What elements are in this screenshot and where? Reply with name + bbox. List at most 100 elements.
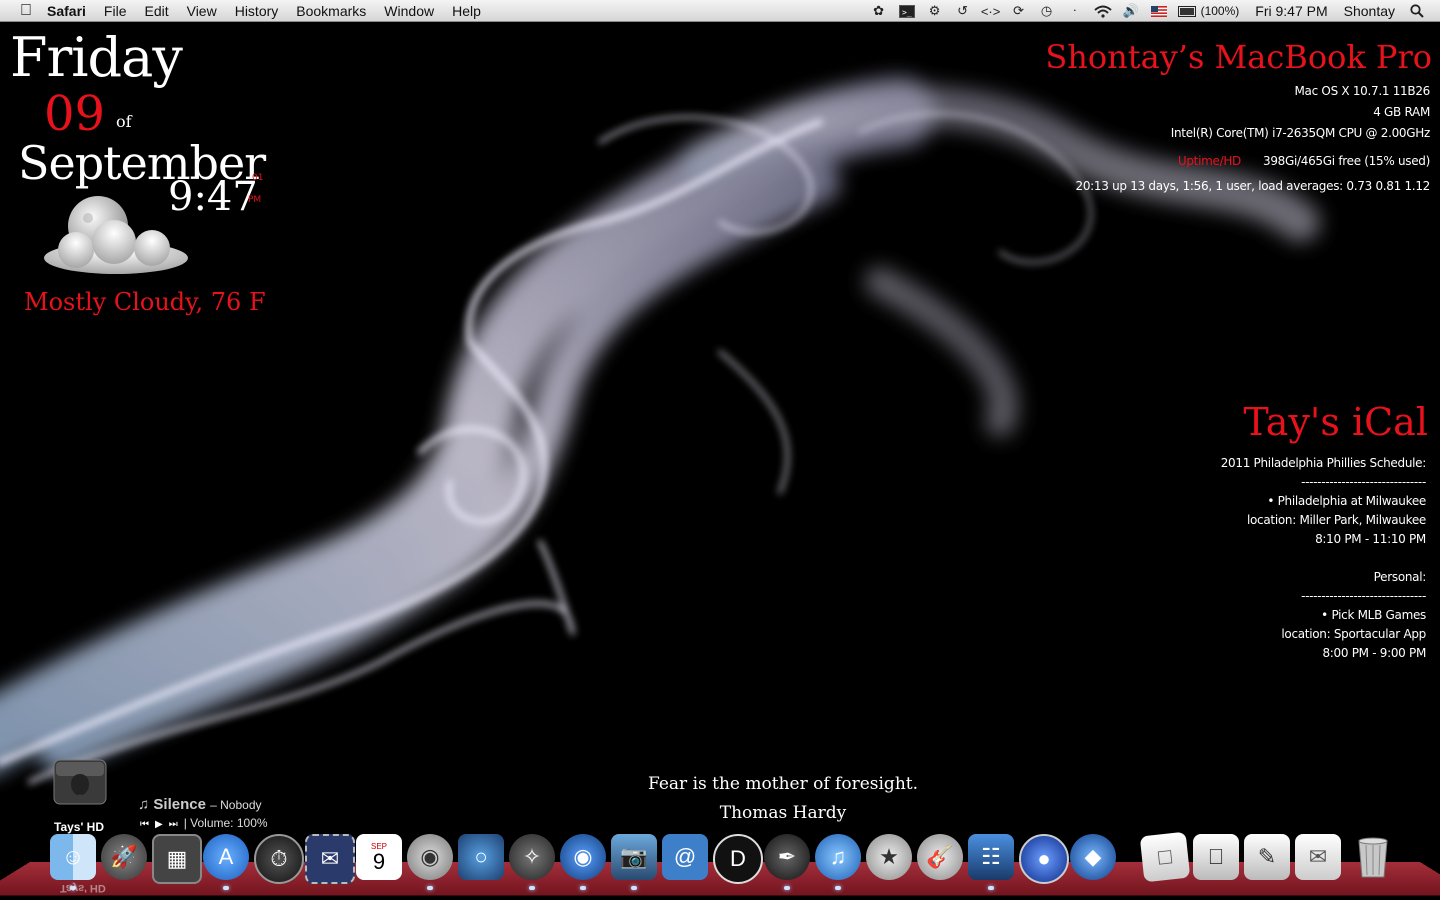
clock-of: of: [116, 112, 132, 131]
imovie-icon[interactable]: ★: [866, 834, 912, 880]
mail-stack-icon[interactable]: ✉: [1295, 834, 1341, 880]
clock-ampm: PM: [248, 195, 262, 205]
ical-line: -------------------------------: [1301, 589, 1426, 603]
quote-widget: Fear is the mother of foresight. Thomas …: [580, 770, 986, 828]
clock-day: Friday: [10, 26, 183, 89]
menu-help[interactable]: Help: [443, 0, 490, 22]
cloudy-moon-icon: [44, 196, 188, 274]
dictionary-icon[interactable]: D: [713, 834, 763, 884]
running-indicator: [631, 886, 637, 890]
running-indicator: [784, 886, 790, 890]
previous-track-icon[interactable]: ⏮: [140, 819, 149, 830]
uptime-label: Uptime/HD: [1177, 154, 1241, 168]
iphoto-icon[interactable]: 📷: [611, 834, 657, 880]
ical-line: • Pick MLB Games: [1321, 608, 1426, 622]
system-cpu: Intel(R) Core(TM) i7-2635QM CPU @ 2.00GH…: [1170, 126, 1431, 140]
ical-line: • Philadelphia at Milwaukee: [1267, 494, 1426, 508]
song-title: Silence: [153, 796, 206, 813]
trash-icon[interactable]: [1350, 834, 1396, 880]
running-indicator: [427, 886, 433, 890]
address-book-icon[interactable]: @: [662, 834, 708, 880]
next-track-icon[interactable]: ⏭: [169, 819, 178, 830]
system-ram: 4 GB RAM: [1373, 105, 1430, 119]
disk-usage: 398Gi/465Gi free (15% used): [1262, 154, 1430, 168]
battery-percent[interactable]: (100%): [1201, 4, 1240, 18]
itunes-icon[interactable]: ♫: [815, 834, 861, 880]
system-name: Shontay’s MacBook Pro: [1045, 38, 1432, 76]
user-menu[interactable]: Shontay: [1344, 3, 1395, 19]
ical-line: Personal:: [1373, 570, 1427, 584]
gears-icon[interactable]: ⚙: [926, 3, 944, 18]
bluetooth-icon[interactable]: ᐧ: [1066, 3, 1084, 18]
clock-date-number: 09: [44, 86, 106, 142]
sync-icon[interactable]: ↺: [954, 3, 972, 18]
song-artist: Nobody: [220, 798, 262, 812]
ical-date: 9: [372, 848, 386, 874]
refresh-icon[interactable]: ⟳: [1010, 3, 1028, 18]
butterfly-icon[interactable]: ✿: [870, 3, 888, 18]
finder-icon[interactable]: ☺: [50, 834, 96, 880]
menu-edit[interactable]: Edit: [135, 0, 177, 22]
menu-window[interactable]: Window: [375, 0, 443, 22]
menu-bar:  Safari File Edit View History Bookmark…: [0, 0, 1440, 22]
safari-icon[interactable]: ✧: [509, 834, 555, 880]
terminal-icon[interactable]: >_: [898, 4, 916, 18]
spotlight-search-icon[interactable]: [1408, 4, 1426, 18]
utilities-stack-icon[interactable]: ✎: [1244, 834, 1290, 880]
volume-icon[interactable]: 🔊: [1122, 3, 1140, 18]
dashboard-icon[interactable]: ⏱: [254, 834, 304, 884]
code-icon[interactable]: <·>: [981, 4, 1001, 19]
running-indicator: [835, 886, 841, 890]
quote-author: Thomas Hardy: [719, 803, 847, 823]
ical-title: Tay's iCal: [1243, 400, 1428, 444]
pen-tablet-icon[interactable]: ✒: [764, 834, 810, 880]
ical-line: 2011 Philadelphia Phillies Schedule:: [1220, 456, 1427, 470]
garageband-icon[interactable]: 🎸: [917, 834, 963, 880]
quote-text: Fear is the mother of foresight.: [648, 774, 918, 794]
system-monitor-icon[interactable]: ☷: [968, 834, 1014, 880]
menu-history[interactable]: History: [226, 0, 288, 22]
camera-icon[interactable]: ○: [458, 834, 504, 880]
running-indicator: [223, 886, 229, 890]
dock: ☺ 🚀 ▦ A ⏱ ✉ SEP 9 ◉ ○ ✧ ◉ 📷 @ D ✒ ♫ ★ 🎸 ☷…: [50, 831, 1430, 890]
now-playing: ♫ Silence – Nobody: [138, 796, 262, 813]
battery-icon[interactable]: [1177, 4, 1196, 18]
blue-orb-icon[interactable]: ●: [1019, 834, 1069, 884]
status-area: ✿ >_ ⚙ ↺ <·> ⟳ ◷ ᐧ 🔊 (100%) Fri 9:47 PM …: [865, 0, 1440, 22]
running-indicator: [580, 886, 586, 890]
ical-line: 8:00 PM - 9:00 PM: [1322, 646, 1426, 660]
apple-menu-icon[interactable]: : [14, 2, 38, 20]
wifi-icon[interactable]: [1093, 4, 1112, 18]
app-menu[interactable]: Safari: [38, 0, 95, 22]
mail-stamp-icon[interactable]: ✉: [305, 834, 355, 884]
running-indicator: [988, 886, 994, 890]
running-indicator: [529, 886, 535, 890]
hard-drive-label[interactable]: Tays' HD: [54, 820, 104, 834]
system-uptime: 20:13 up 13 days, 1:56, 1 user, load ave…: [1075, 179, 1431, 193]
ical-line: location: Sportacular App: [1281, 627, 1426, 641]
us-flag-icon[interactable]: [1150, 4, 1168, 18]
play-icon[interactable]: ▶: [155, 819, 163, 830]
ical-icon[interactable]: SEP 9: [356, 834, 402, 880]
menu-view[interactable]: View: [178, 0, 226, 22]
firefox-icon[interactable]: ◉: [560, 834, 606, 880]
menu-clock[interactable]: Fri 9:47 PM: [1255, 3, 1327, 19]
mission-control-icon[interactable]: ▦: [152, 834, 202, 884]
hard-drive-icon[interactable]: [50, 756, 110, 814]
ical-line: 8:10 PM - 11:10 PM: [1315, 532, 1426, 546]
facetime-icon[interactable]: ◉: [407, 834, 453, 880]
documents-stack-icon[interactable]: □: [1139, 831, 1191, 883]
ical-line: -------------------------------: [1301, 475, 1426, 489]
weather-text: Mostly Cloudy, 76 F: [24, 288, 266, 316]
network-globe-icon[interactable]: ◆: [1070, 834, 1116, 880]
time-machine-icon[interactable]: ◷: [1038, 3, 1056, 18]
app-store-icon[interactable]: A: [203, 834, 249, 880]
menu-file[interactable]: File: [95, 0, 136, 22]
launchpad-icon[interactable]: 🚀: [101, 834, 147, 880]
menu-bookmarks[interactable]: Bookmarks: [287, 0, 375, 22]
svg-text:>_: >_: [902, 8, 912, 17]
ical-line: location: Miller Park, Milwaukee: [1246, 513, 1426, 527]
applications-stack-icon[interactable]: : [1193, 834, 1239, 880]
clock-seconds: 01: [252, 173, 264, 183]
system-disk-row: Uptime/HD 398Gi/465Gi free (15% used): [1178, 154, 1430, 168]
